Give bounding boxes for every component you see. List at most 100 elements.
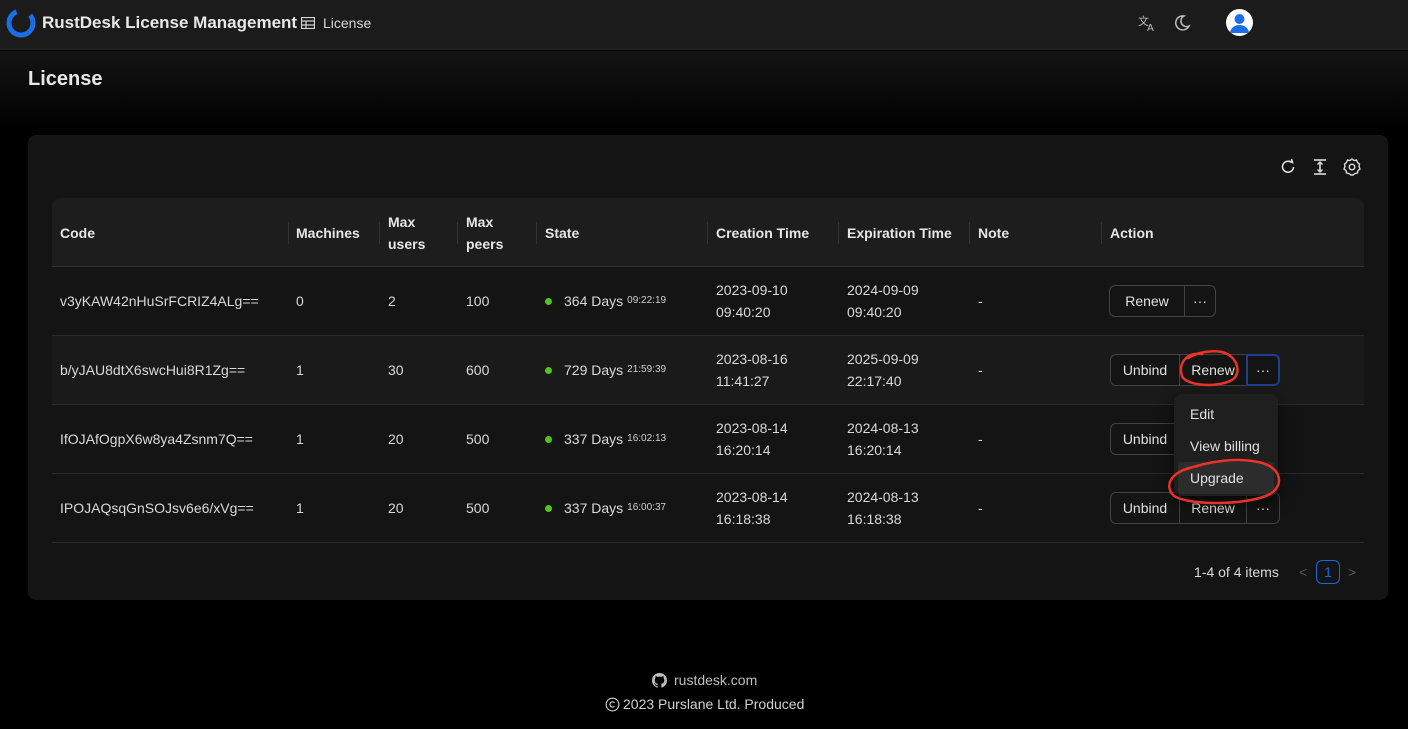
nav-item-license[interactable]: License [301,15,371,31]
col-divider [288,222,289,244]
creation-date: 2023-08-14 [716,489,788,505]
more-actions-dropdown: Edit View billing Upgrade [1174,394,1278,496]
renew-button[interactable]: Renew [1109,285,1185,317]
pagination-next-button[interactable]: > [1348,564,1356,580]
col-max-peers-line2: peers [466,235,504,252]
cell-expiration-time: 2024-08-13 16:20:14 [847,405,919,473]
translate-icon[interactable]: 文 A [1137,13,1157,33]
status-dot [545,366,552,374]
setting-icon[interactable] [1342,157,1362,177]
column-height-icon[interactable] [1310,157,1330,177]
menu-item-upgrade[interactable]: Upgrade [1178,462,1274,494]
cell-max-peers: 500 [466,500,490,516]
expiration-clock: 16:20:14 [847,442,902,458]
cell-code: v3yKAW42nHuSrFCRIZ4ALg== [60,293,259,309]
col-state: State [545,224,580,241]
unbind-button[interactable]: Unbind [1110,492,1180,524]
page-title: License [28,68,103,90]
status-dot [545,435,552,443]
cell-machines: 1 [296,500,304,516]
col-machines: Machines [296,224,360,241]
svg-text:A: A [1147,23,1154,33]
creation-clock: 16:18:38 [716,511,771,527]
app-title[interactable]: RustDesk License Management [42,13,297,33]
pagination-page-1[interactable]: 1 [1316,560,1340,584]
footer-github-link[interactable]: rustdesk.com [652,672,757,688]
unbind-button[interactable]: Unbind [1110,423,1180,455]
cell-note: - [978,431,983,447]
menu-item-view-billing[interactable]: View billing [1178,430,1274,462]
state-days: 337 Days [564,500,624,516]
cell-max-users: 20 [388,431,404,447]
cell-note: - [978,500,983,516]
expiration-date: 2024-08-13 [847,420,919,436]
creation-clock: 09:40:20 [716,304,771,320]
reload-icon[interactable] [1278,157,1298,177]
table-row: IfOJAfOgpX6w8ya4Zsnm7Q== 1 20 500 337 Da… [52,405,1364,474]
col-divider [457,222,458,244]
cell-code: IPOJAQsqGnSOJsv6e6/xVg== [60,500,254,516]
menu-item-edit[interactable]: Edit [1178,398,1274,430]
cell-max-users: 20 [388,500,404,516]
footer-copyright-text: 2023 Purslane Ltd. Produced [623,696,805,712]
col-action: Action [1110,224,1154,241]
cell-state: 729 Days 21:59:39 [545,336,666,404]
table-row: IPOJAQsqGnSOJsv6e6/xVg== 1 20 500 337 Da… [52,474,1364,543]
state-days: 364 Days [564,293,624,309]
user-avatar-icon[interactable] [1226,9,1253,36]
col-divider [707,222,708,244]
creation-clock: 11:41:27 [716,373,770,389]
cell-code: b/yJAU8dtX6swcHui8R1Zg== [60,362,246,378]
pagination-prev-button[interactable]: < [1299,564,1307,580]
more-button[interactable]: ··· [1246,492,1280,524]
state-days: 729 Days [564,362,624,378]
col-divider [536,222,537,244]
cell-code: IfOJAfOgpX6w8ya4Zsnm7Q== [60,431,253,447]
cell-note: - [978,293,983,309]
more-button[interactable]: ··· [1246,354,1280,386]
col-code: Code [60,224,95,241]
renew-button[interactable]: Renew [1179,492,1247,524]
cell-expiration-time: 2025-09-09 22:17:40 [847,336,919,404]
renew-button[interactable]: Renew [1179,354,1247,386]
state-time: 09:22:19 [627,295,667,306]
col-expiration-time: Expiration Time [847,224,952,241]
cell-max-peers: 100 [466,293,490,309]
rustdesk-logo-icon[interactable] [5,7,37,39]
cell-state: 337 Days 16:00:37 [545,474,666,542]
pagination-total: 1-4 of 4 items [1194,564,1279,580]
table-icon [301,17,315,29]
nav-item-license-label: License [323,15,372,31]
expiration-clock: 22:17:40 [847,373,902,389]
cell-expiration-time: 2024-09-09 09:40:20 [847,267,919,335]
cell-machines: 0 [296,293,304,309]
table-row: b/yJAU8dtX6swcHui8R1Zg== 1 30 600 729 Da… [52,336,1364,405]
state-time: 21:59:39 [627,364,667,375]
state-days: 337 Days [564,431,624,447]
state-time: 16:02:13 [627,433,667,444]
status-dot [545,297,552,305]
cell-max-users: 2 [388,293,396,309]
cell-max-peers: 600 [466,362,490,378]
moon-icon[interactable] [1172,13,1192,33]
license-table: Code Machines Max users Max peers State … [52,198,1364,543]
table-header: Code Machines Max users Max peers State … [52,198,1364,267]
creation-date: 2023-09-10 [716,282,788,298]
unbind-button[interactable]: Unbind [1110,354,1180,386]
col-note: Note [978,224,1010,241]
expiration-date: 2024-08-13 [847,489,919,505]
state-time: 16:00:37 [627,502,667,513]
col-divider [969,222,970,244]
cell-note: - [978,362,983,378]
github-icon [652,672,667,688]
col-max-peers-line1: Max [466,213,494,230]
expiration-date: 2024-09-09 [847,282,919,298]
top-header: RustDesk License Management License 文 A [0,0,1408,50]
table-row: v3yKAW42nHuSrFCRIZ4ALg== 0 2 100 364 Day… [52,267,1364,336]
cell-max-users: 30 [388,362,404,378]
cell-creation-time: 2023-08-16 11:41:27 [716,336,788,404]
creation-date: 2023-08-16 [716,351,788,367]
more-button[interactable]: ··· [1184,285,1216,317]
cell-state: 337 Days 16:02:13 [545,405,666,473]
cell-machines: 1 [296,431,304,447]
